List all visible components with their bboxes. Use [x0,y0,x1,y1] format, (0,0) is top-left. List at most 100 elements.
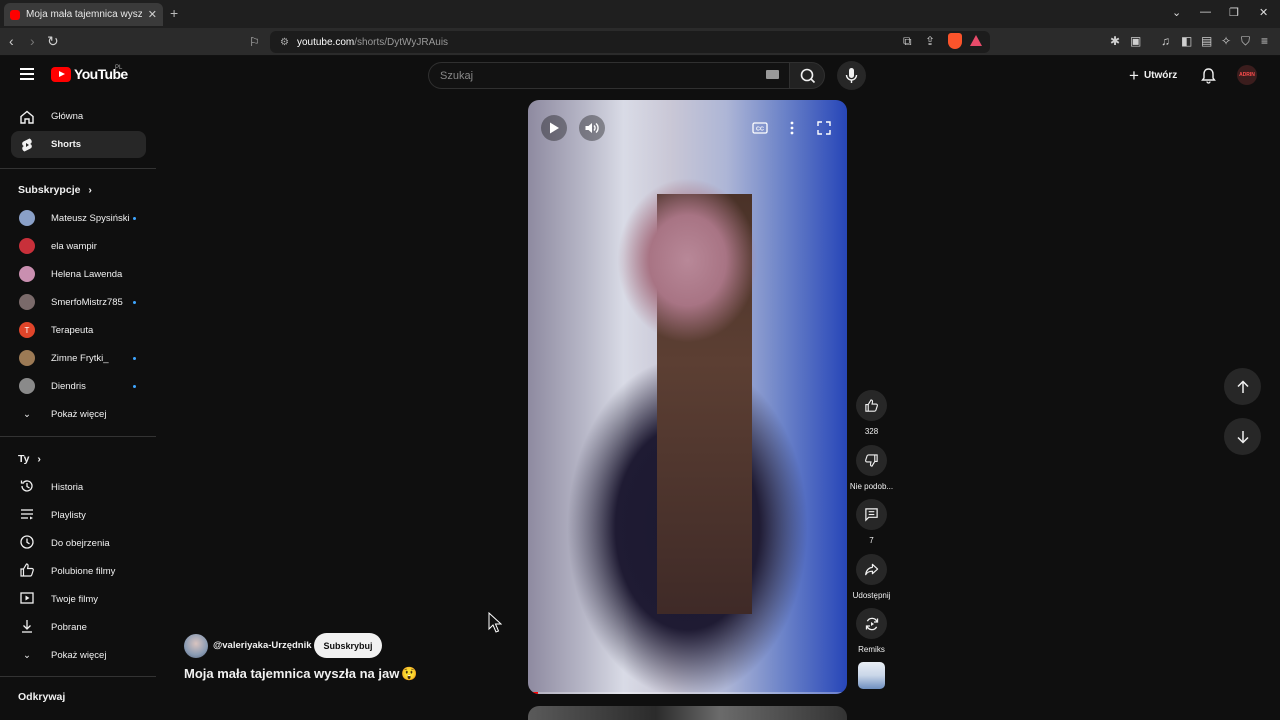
sidebar-item-label: Shorts [51,139,82,150]
channel-avatar[interactable] [184,634,208,658]
new-content-dot [133,300,136,304]
subscription-item[interactable]: T Terapeuta [11,319,146,341]
search-icon [800,68,816,84]
close-tab-icon[interactable]: ✕ [148,8,157,21]
channel-avatar [19,350,35,366]
sidebar-item-your-videos[interactable]: Twoje filmy [11,588,146,610]
shorts-icon [19,137,35,153]
account-avatar[interactable]: ADRIN [1237,65,1257,85]
address-bar[interactable]: ⚙ youtube.com/shorts/DytWyJRAuis [270,31,990,53]
subscription-item[interactable]: SmerfoMistrz785 [11,291,146,313]
fullscreen-button[interactable] [811,115,837,141]
volume-button[interactable] [579,115,605,141]
restore-icon[interactable]: ❐ [1229,6,1239,19]
short-video-player[interactable]: CC [528,100,847,694]
subscription-item[interactable]: Diendris [11,375,146,397]
like-button[interactable] [856,390,887,421]
wallet-icon[interactable]: ▤ [1201,34,1212,48]
previous-short-button[interactable] [1224,368,1261,405]
channel-avatar [19,238,35,254]
subscribe-label: Subskrybuj [323,640,373,651]
sidebar-toggle-icon[interactable]: ◧ [1181,34,1192,48]
open-external-icon[interactable]: ⧉ [903,34,912,49]
sidebar-divider [0,436,156,437]
volume-icon [585,122,599,134]
menu-icon[interactable] [20,68,34,80]
share-button[interactable] [856,554,887,585]
bookmark-icon[interactable]: ⚐ [249,35,260,49]
country-code: PL [115,65,123,71]
next-short-preview[interactable] [528,706,847,720]
create-button[interactable]: + Utwórz [1129,67,1177,84]
channel-avatar: T [19,322,35,338]
minimize-icon[interactable]: — [1200,6,1211,18]
show-more-subscriptions[interactable]: ⌄ Pokaż więcej [11,403,146,425]
search-button[interactable] [789,62,825,89]
browser-tab[interactable]: Moja mała tajemnica wyszła na jaw ✕ [4,3,163,26]
sidebar-item-downloads[interactable]: Pobrane [11,616,146,638]
new-content-dot [133,216,136,220]
video-progress-bar[interactable] [528,692,847,694]
show-more-you[interactable]: ⌄ Pokaż więcej [11,644,146,666]
subscription-item[interactable]: Zimne Frytki_ [11,347,146,369]
sidebar-item-playlists[interactable]: Playlisty [11,504,146,526]
you-heading[interactable]: Ty › [18,453,41,465]
dislike-button[interactable] [856,445,887,476]
extensions-icon[interactable]: ✱ [1110,34,1120,48]
subscription-item[interactable]: ela wampir [11,235,146,257]
vpn-icon[interactable]: ⛉ [1241,34,1250,49]
media-icon[interactable]: ♫ [1161,34,1170,48]
notifications-button[interactable] [1201,67,1216,89]
sidebar-item-shorts[interactable]: Shorts [11,131,146,158]
subscribe-button[interactable]: Subskrybuj [314,633,382,658]
svg-text:CC: CC [756,127,764,133]
leo-ai-icon[interactable]: ✧ [1221,34,1231,48]
tab-list-icon[interactable]: ⌄ [1172,6,1181,19]
new-content-dot [133,384,136,388]
comment-icon [865,508,878,522]
voice-search-button[interactable] [837,61,866,90]
remix-button[interactable] [856,608,887,639]
subscription-label: ela wampir [51,240,97,252]
sidebar-item-watch-later[interactable]: Do obejrzenia [11,532,146,554]
subscriptions-heading[interactable]: Subskrypcje › [18,184,92,196]
more-options-button[interactable] [779,115,805,141]
brave-rewards-icon[interactable] [970,35,982,46]
reload-icon[interactable]: ↻ [47,33,59,50]
sidebar-item-liked[interactable]: Polubione filmy [11,560,146,582]
subscription-item[interactable]: Helena Lawenda [11,263,146,285]
brave-shields-icon[interactable] [948,33,962,49]
audio-source-thumbnail[interactable] [858,662,885,689]
captions-button[interactable]: CC [747,115,773,141]
share-page-icon[interactable]: ⇪ [925,34,935,48]
close-window-icon[interactable]: ✕ [1259,6,1268,19]
chevron-down-icon: ⌄ [23,408,31,420]
sidebar-item-history[interactable]: Historia [11,476,146,498]
watch-later-icon [19,534,35,553]
site-settings-icon[interactable]: ⚙ [280,37,289,48]
sidebar-item-home[interactable]: Główna [11,103,146,130]
back-icon[interactable]: ‹ [9,33,14,49]
new-tab-icon[interactable]: + [170,5,178,21]
subscription-item[interactable]: Mateusz Spysiński [11,207,146,229]
search-input[interactable]: Szukaj [428,62,789,89]
comments-button[interactable] [856,499,887,530]
sidebar-divider [0,676,156,677]
sidebar-item-label: Polubione filmy [51,565,116,577]
sidebar-item-label: Do obejrzenia [51,537,110,549]
channel-name[interactable]: @valeriyaka-Urzędnik [213,640,312,651]
expand-icon [817,121,831,135]
channel-avatar [19,294,35,310]
next-short-button[interactable] [1224,418,1261,455]
short-title: Moja mała tajemnica wyszła na jaw 😲 [184,666,418,682]
youtube-favicon-icon [10,9,20,20]
keyboard-icon[interactable] [766,70,779,79]
forward-icon[interactable]: › [30,33,35,49]
play-button[interactable] [541,115,567,141]
browser-menu-icon[interactable]: ≡ [1261,34,1268,48]
youtube-logo[interactable]: YouTube PL [51,65,128,82]
thumbs-up-icon [865,399,878,412]
sidebar-panel-icon[interactable]: ▣ [1130,34,1141,48]
avatar-text: ADRIN [1239,72,1255,78]
remix-icon [865,617,878,630]
